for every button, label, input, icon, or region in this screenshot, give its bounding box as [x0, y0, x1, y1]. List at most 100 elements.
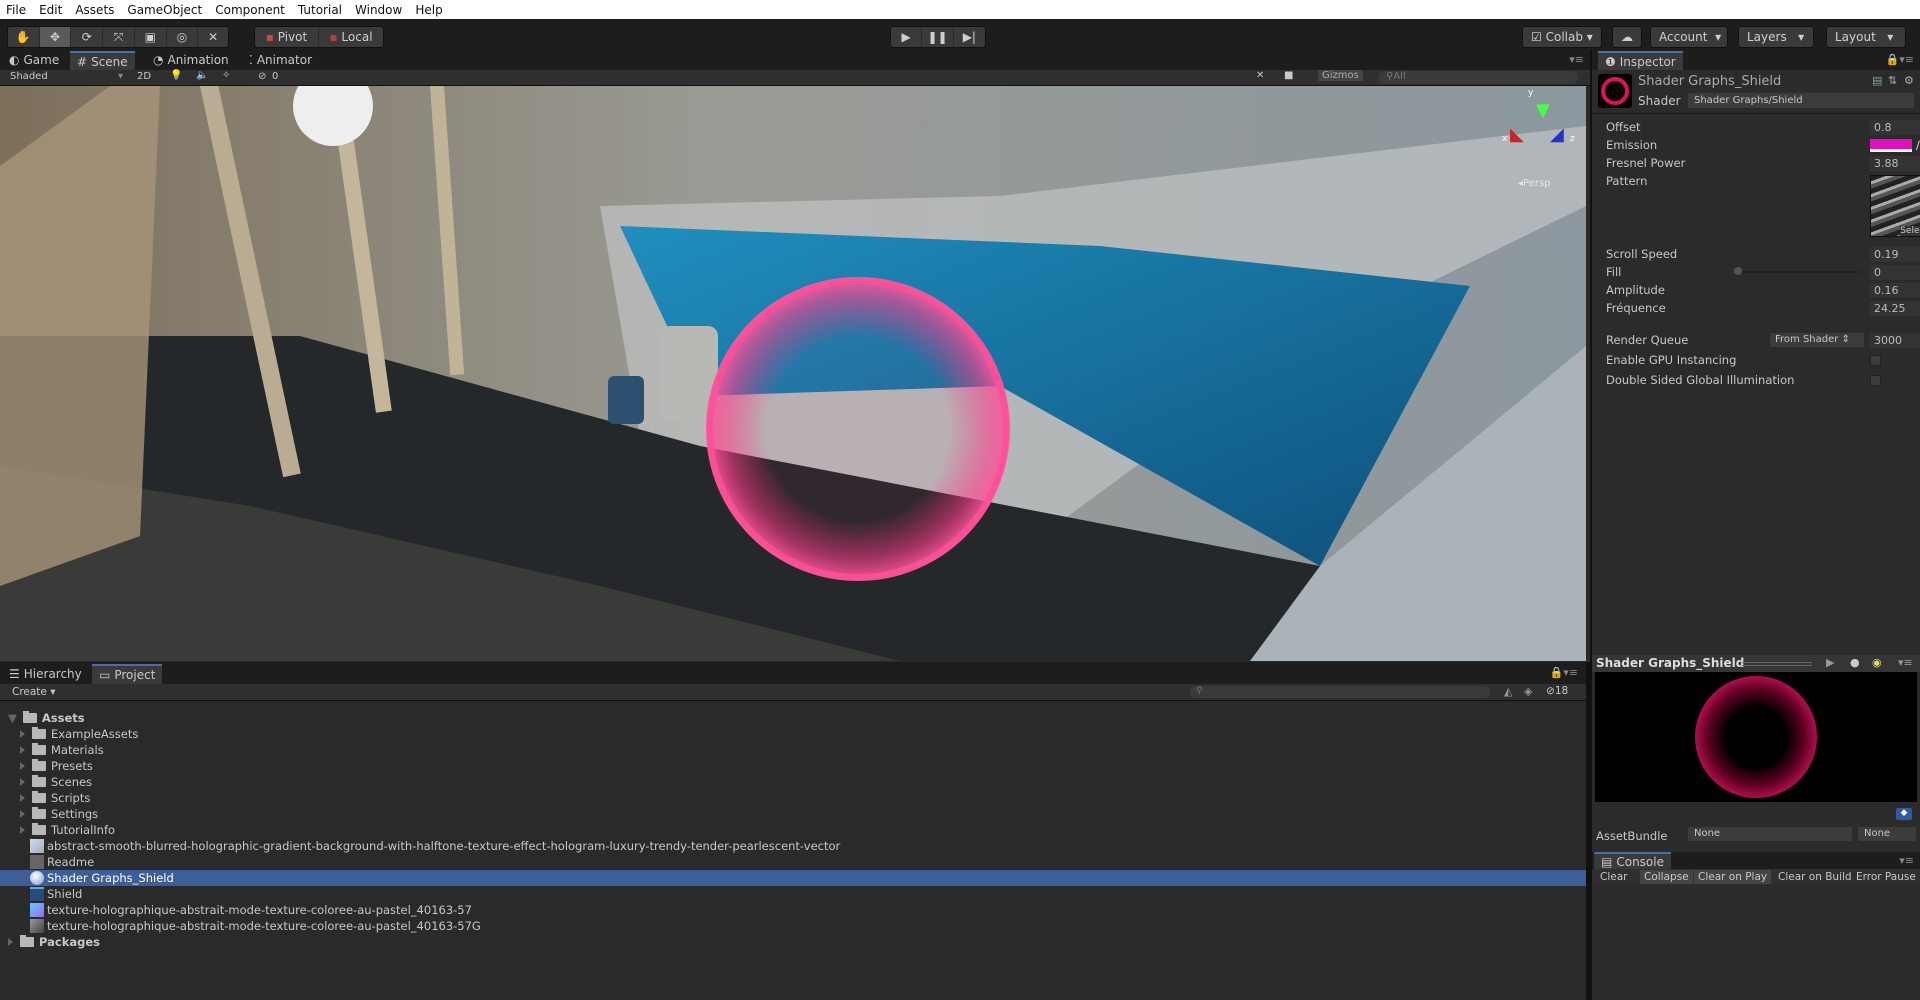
tree-file[interactable]: abstract-smooth-blurred-holographic-grad… — [0, 838, 1586, 854]
scene-viewport[interactable]: ▼ y ◣ x ◢ z ◂Persp — [0, 86, 1586, 661]
tab-console[interactable]: ▤ Console — [1594, 852, 1671, 869]
collapsed-arrow-icon[interactable] — [20, 778, 25, 786]
gizmos-dropdown[interactable]: Gizmos — [1318, 70, 1363, 81]
project-search-input[interactable]: ⚲ — [1190, 686, 1490, 698]
console-collapse-button[interactable]: Collapse — [1640, 870, 1693, 884]
collapsed-arrow-icon[interactable] — [20, 762, 25, 770]
tab-animation[interactable]: ◔ Animation — [146, 52, 236, 68]
account-dropdown[interactable]: Account ▾ — [1650, 26, 1728, 48]
tree-folder[interactable]: TutorialInfo — [0, 822, 1586, 838]
label-tag-icon[interactable]: ◆ — [1896, 808, 1912, 820]
rect-icon[interactable]: ▣ — [135, 27, 167, 47]
preview-menu-icon[interactable]: ▾≡ — [1898, 656, 1913, 669]
variant-dropdown[interactable]: None — [1858, 827, 1916, 841]
scene-orientation-gizmo[interactable]: ▼ y ◣ x ◢ z ◂Persp — [1500, 86, 1580, 189]
tree-file[interactable]: texture-holographique-abstrait-mode-text… — [0, 918, 1586, 934]
play-icon[interactable]: ▶ — [891, 27, 923, 47]
collapsed-arrow-icon[interactable] — [20, 730, 25, 738]
tree-folder[interactable]: Presets — [0, 758, 1586, 774]
menu-help[interactable]: Help — [415, 3, 442, 17]
scene-search-input[interactable]: ⚲All — [1378, 71, 1578, 84]
console-clear-on-build-button[interactable]: Clear on Build — [1774, 870, 1856, 884]
preview-drag-handle[interactable] — [1742, 662, 1812, 666]
gear-icon[interactable]: ⚙ — [1904, 74, 1914, 87]
amplitude-field[interactable]: 0.16 — [1870, 282, 1920, 298]
panel-splitter[interactable] — [1586, 662, 1590, 1000]
cloud-button[interactable]: ☁ — [1612, 26, 1642, 48]
transform-icon[interactable]: ◎ — [167, 27, 199, 47]
hand-icon[interactable]: ✋ — [8, 27, 40, 47]
hidden-objects-icon[interactable]: ⊘ — [258, 71, 266, 82]
preview-sphere-icon[interactable]: ● — [1850, 656, 1860, 669]
frequence-field[interactable]: 24.25 — [1870, 300, 1920, 316]
tree-file[interactable]: Shield — [0, 886, 1586, 902]
tab-game[interactable]: ◐ Game — [2, 52, 66, 68]
menu-edit[interactable]: Edit — [39, 3, 62, 17]
audio-icon[interactable]: 🔈 — [196, 70, 208, 81]
collapsed-arrow-icon[interactable] — [20, 794, 25, 802]
layout-dropdown[interactable]: Layout ▾ — [1826, 26, 1906, 48]
pivot-button[interactable]: ▪ Pivot — [255, 27, 319, 47]
lock-icon[interactable]: 🔒▾≡ — [1550, 666, 1578, 679]
tools-icon[interactable]: ✕ — [1256, 70, 1264, 81]
tree-folder[interactable]: Settings — [0, 806, 1586, 822]
offset-field[interactable]: 0.8 — [1870, 119, 1920, 135]
menu-gameobject[interactable]: GameObject — [127, 3, 202, 17]
create-dropdown[interactable]: Create ▾ — [12, 686, 56, 698]
2d-toggle[interactable]: 2D — [137, 71, 151, 82]
effects-icon[interactable]: ✧ — [222, 70, 230, 81]
shading-mode-dropdown[interactable]: Shaded — [10, 71, 48, 82]
menu-file[interactable]: File — [6, 3, 26, 17]
preset-icon[interactable]: ⇅ — [1888, 74, 1897, 87]
menu-tutorial[interactable]: Tutorial — [298, 3, 342, 17]
preview-light-icon[interactable]: ◉ — [1872, 656, 1882, 669]
menu-assets[interactable]: Assets — [75, 3, 114, 17]
eyedropper-icon[interactable]: / — [1916, 138, 1920, 152]
double-sided-gi-checkbox[interactable] — [1870, 374, 1881, 386]
projection-toggle[interactable]: ◂Persp — [1518, 178, 1551, 189]
tree-folder[interactable]: Scripts — [0, 790, 1586, 806]
tab-animator[interactable]: ⁚ Animator — [242, 52, 319, 68]
tree-file[interactable]: texture-holographique-abstrait-mode-text… — [0, 902, 1586, 918]
menu-component[interactable]: Component — [215, 3, 285, 17]
fill-field[interactable]: 0 — [1870, 264, 1920, 280]
render-queue-field[interactable]: 3000 — [1870, 332, 1920, 348]
tab-hierarchy[interactable]: ☰ Hierarchy — [2, 666, 89, 682]
tree-folder[interactable]: Materials — [0, 742, 1586, 758]
custom-tool-icon[interactable]: ✕ — [198, 27, 228, 47]
console-menu-icon[interactable]: ▾≡ — [1899, 854, 1914, 867]
step-icon[interactable]: ▶| — [954, 27, 985, 47]
tab-scene[interactable]: # Scene — [70, 51, 135, 70]
scale-icon[interactable]: ⤧ — [103, 27, 135, 47]
pause-icon[interactable]: ❚❚ — [922, 27, 954, 47]
pattern-texture-slot[interactable]: Select — [1870, 175, 1920, 237]
move-icon[interactable]: ✥ — [39, 27, 72, 47]
collapsed-arrow-icon[interactable] — [20, 826, 25, 834]
collapsed-arrow-icon[interactable] — [20, 810, 25, 818]
preview-viewport[interactable] — [1595, 672, 1917, 802]
shader-dropdown[interactable]: Shader Graphs/Shield — [1688, 93, 1914, 108]
local-button[interactable]: ▪ Local — [319, 27, 383, 47]
collapsed-arrow-icon[interactable] — [20, 746, 25, 754]
rotate-icon[interactable]: ⟳ — [71, 27, 104, 47]
gizmo-z-cone-icon[interactable]: ◢ — [1550, 124, 1564, 145]
tab-project[interactable]: ▭ Project — [92, 664, 163, 684]
camera-icon[interactable]: ■ — [1284, 70, 1293, 81]
console-error-pause-button[interactable]: Error Pause — [1852, 870, 1920, 884]
fill-slider-track[interactable] — [1736, 271, 1861, 273]
pattern-select-button[interactable]: Select — [1900, 226, 1920, 236]
expanded-arrow-icon[interactable]: ▼ — [8, 711, 17, 725]
layers-dropdown[interactable]: Layers ▾ — [1738, 26, 1814, 48]
lighting-icon[interactable]: 💡 — [170, 70, 182, 81]
render-queue-dropdown[interactable]: From Shader ⇕ — [1770, 333, 1864, 347]
console-clear-on-play-button[interactable]: Clear on Play — [1694, 870, 1772, 884]
collapsed-arrow-icon[interactable] — [8, 938, 13, 946]
tree-folder[interactable]: ExampleAssets — [0, 726, 1586, 742]
fresnel-field[interactable]: 3.88 — [1870, 155, 1920, 171]
filter-by-type-icon[interactable]: ◭ — [1504, 685, 1512, 698]
filter-by-label-icon[interactable]: ◈ — [1524, 685, 1532, 698]
panel-menu-icon[interactable]: ▾≡ — [1569, 53, 1584, 66]
gizmo-x-cone-icon[interactable]: ◣ — [1510, 124, 1524, 145]
hidden-packages-toggle[interactable]: ⊘18 — [1546, 685, 1568, 697]
console-clear-button[interactable]: Clear — [1596, 870, 1631, 884]
